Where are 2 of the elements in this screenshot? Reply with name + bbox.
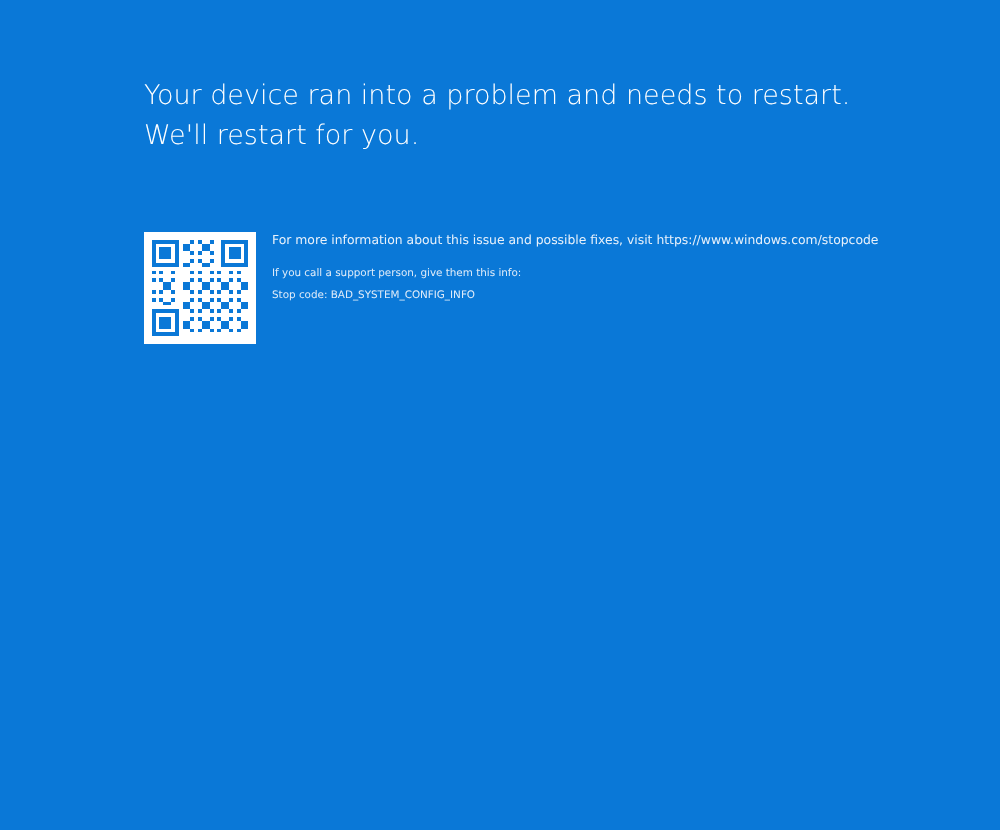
error-message: Your device ran into a problem and needs to restart. We'll restart for you.: [144, 78, 853, 156]
qr-code-icon: [144, 232, 256, 344]
